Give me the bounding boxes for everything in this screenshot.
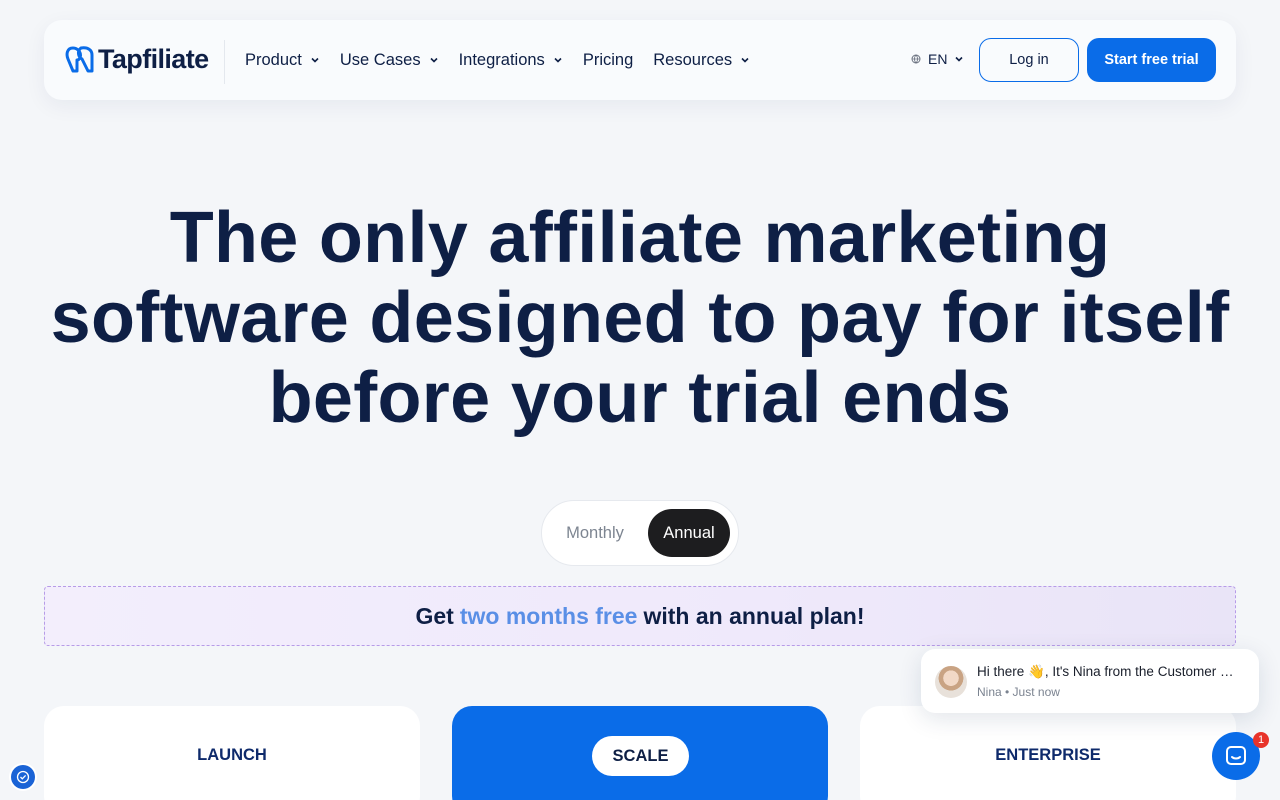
nav-product[interactable]: Product [245, 51, 320, 70]
shield-check-icon [16, 770, 30, 784]
unread-count-badge: 1 [1253, 732, 1269, 748]
tapfiliate-logo-icon [65, 45, 94, 72]
nav-divider [224, 40, 225, 84]
hero-line-2: software designed to pay for itself [50, 278, 1230, 358]
promo-prefix: Get [415, 602, 454, 629]
chevron-down-icon [554, 57, 562, 63]
promo-suffix: with an annual plan! [643, 602, 865, 629]
nav-resources[interactable]: Resources [653, 51, 750, 70]
chat-message-meta: Nina • Just now [977, 685, 1060, 699]
main-menu: Product Use Cases Integrations Pricing R… [245, 20, 770, 100]
nav-product-label: Product [245, 50, 302, 69]
chevron-down-icon [430, 57, 438, 63]
hero-line-1: The only affiliate marketing [169, 198, 1111, 278]
nav-pricing-label: Pricing [582, 50, 634, 69]
nav-integrations[interactable]: Integrations [459, 51, 563, 70]
login-button[interactable]: Log in [979, 38, 1079, 82]
avatar [935, 666, 967, 698]
promo-accent: two months free [459, 602, 638, 629]
chat-icon [1226, 746, 1246, 765]
language-selector[interactable]: EN [911, 51, 964, 67]
top-navbar: Tapfiliate Product Use Cases Integration… [44, 20, 1236, 100]
nav-resources-label: Resources [653, 50, 733, 69]
nav-pricing[interactable]: Pricing [583, 51, 633, 70]
plan-name-enterprise: ENTERPRISE [995, 746, 1101, 764]
chevron-down-icon [311, 57, 319, 63]
globe-icon [911, 54, 921, 64]
billing-period-toggle: Monthly Annual [541, 500, 739, 566]
annual-promo-banner: Get two months free with an annual plan! [44, 586, 1236, 646]
nav-use-cases-label: Use Cases [339, 50, 421, 69]
nav-integrations-label: Integrations [458, 50, 545, 69]
language-label: EN [928, 51, 948, 67]
plan-card-enterprise: ENTERPRISE [860, 706, 1236, 800]
toggle-annual[interactable]: Annual [648, 509, 730, 557]
plan-card-launch: LAUNCH [44, 706, 420, 800]
nav-use-cases[interactable]: Use Cases [340, 51, 439, 70]
plan-name-launch: LAUNCH [197, 746, 267, 764]
plan-name-scale: SCALE [592, 736, 689, 776]
chat-message-preview[interactable]: Hi there 👋, It's Nina from the Customer … [921, 649, 1259, 713]
hero-line-3: before your trial ends [268, 358, 1012, 438]
chat-message-text: Hi there 👋, It's Nina from the Customer … [977, 664, 1239, 679]
start-free-trial-button[interactable]: Start free trial [1087, 38, 1216, 82]
toggle-monthly[interactable]: Monthly [542, 501, 648, 565]
tapfiliate-logo[interactable]: Tapfiliate [64, 44, 209, 75]
chevron-down-icon [741, 57, 749, 63]
chevron-down-icon [955, 56, 964, 62]
hero-headline: The only affiliate marketing software de… [40, 198, 1240, 438]
logo-wordmark: Tapfiliate [98, 44, 209, 74]
privacy-settings-icon[interactable] [11, 765, 35, 789]
plan-card-scale: SCALE [452, 706, 828, 800]
